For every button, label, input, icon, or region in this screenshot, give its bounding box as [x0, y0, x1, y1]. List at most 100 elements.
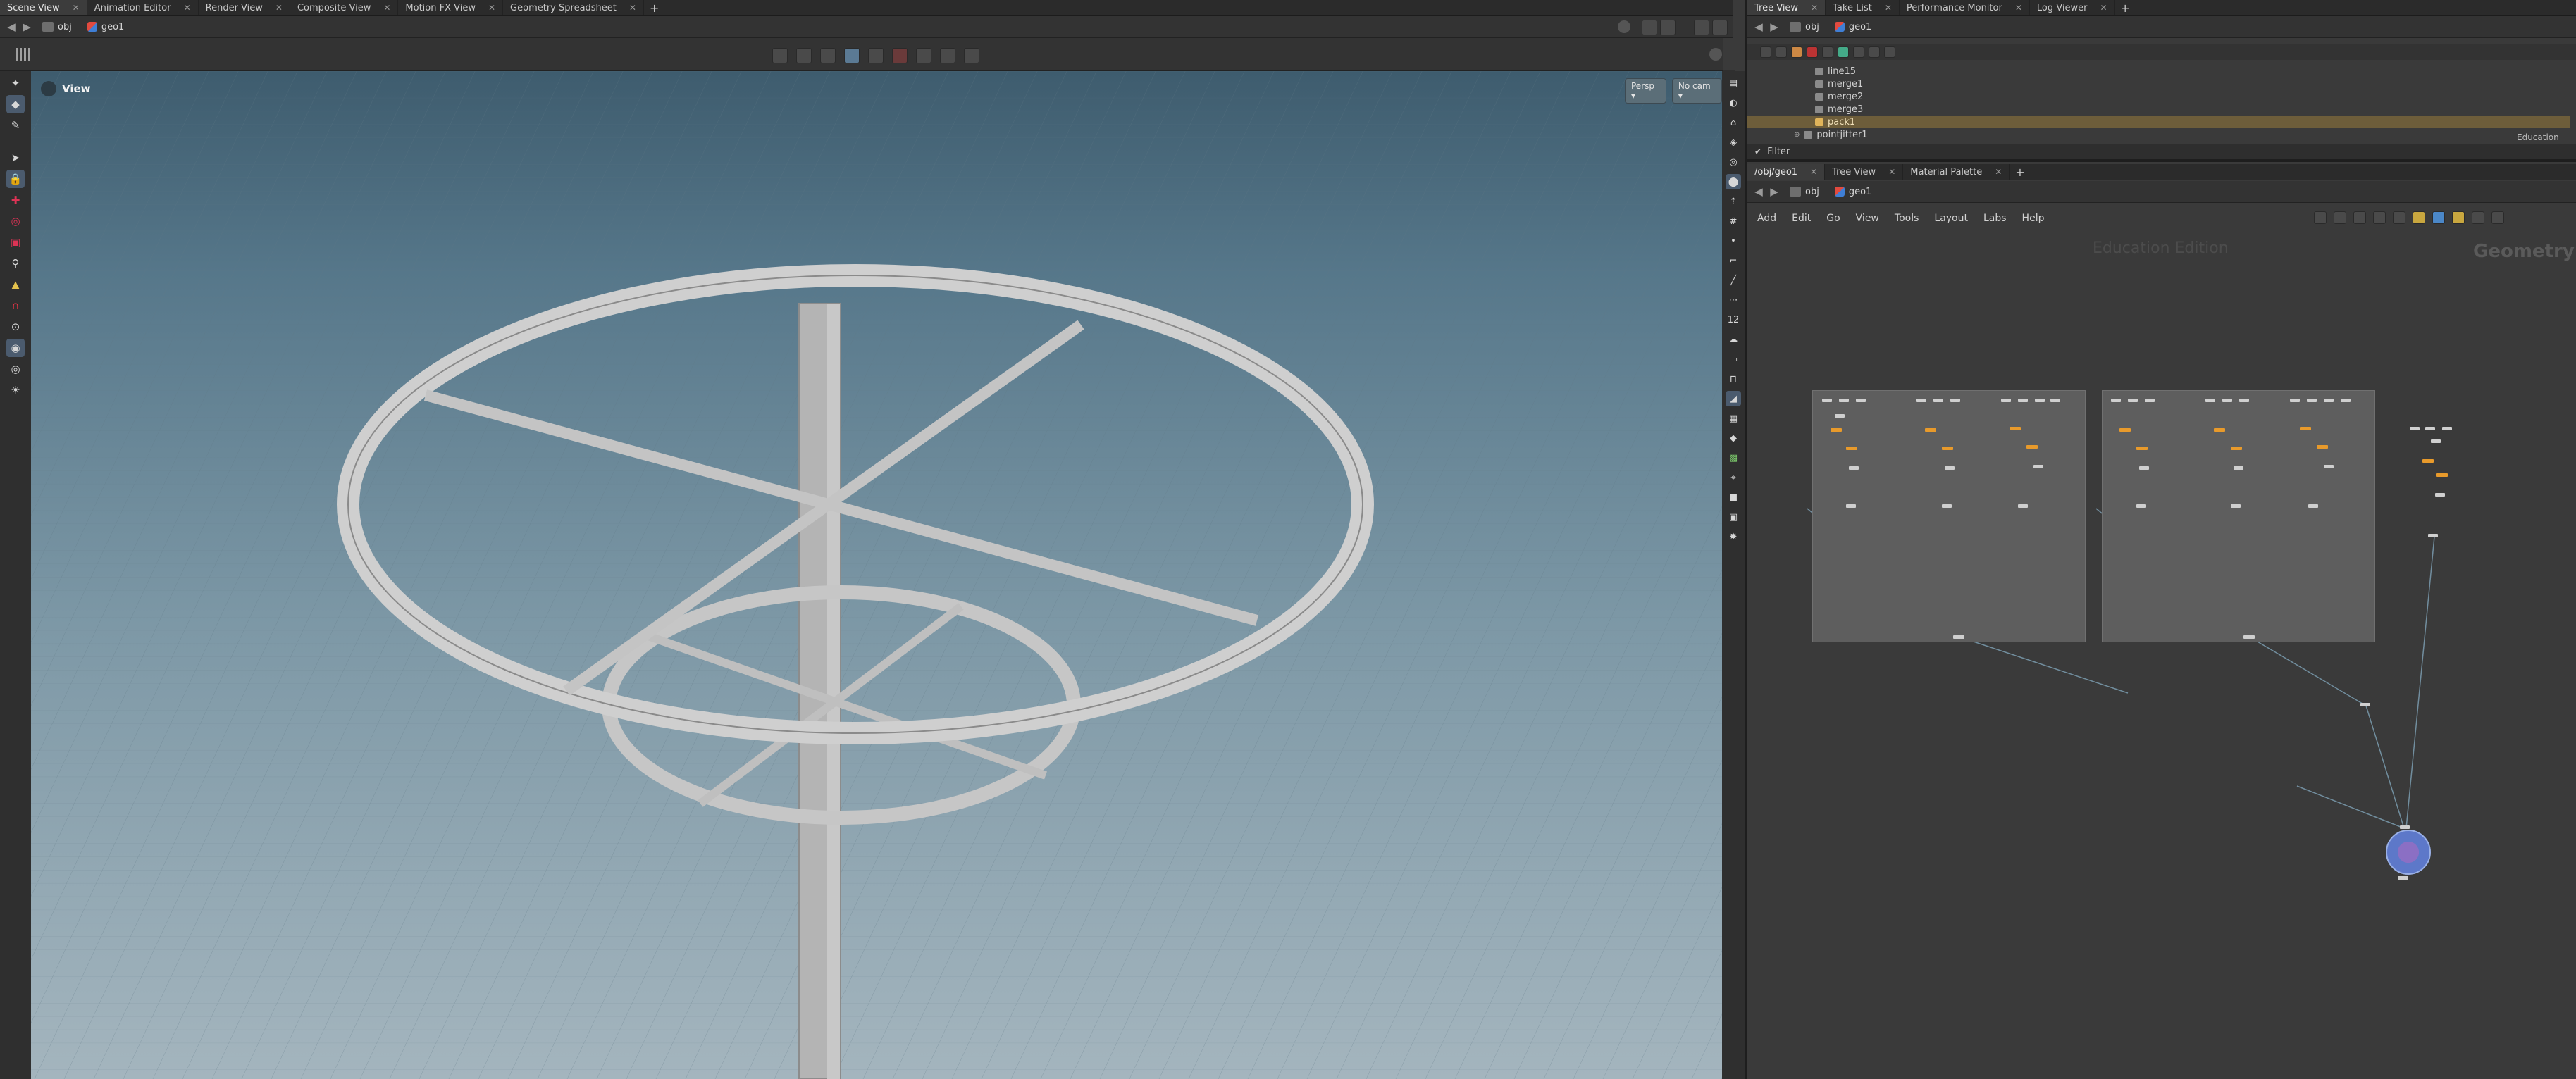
network-node[interactable]: [2231, 504, 2241, 508]
close-icon[interactable]: ✕: [1811, 3, 1818, 13]
dolly-icon[interactable]: [820, 48, 836, 63]
select-tool-icon[interactable]: ➤: [6, 149, 25, 167]
network-node[interactable]: [1942, 504, 1952, 508]
network-node[interactable]: [2341, 399, 2351, 402]
network-node[interactable]: [2239, 399, 2249, 402]
pan-icon[interactable]: [796, 48, 812, 63]
network-node[interactable]: [1916, 399, 1926, 402]
close-icon[interactable]: ✕: [1888, 167, 1895, 177]
menu-go[interactable]: Go: [1826, 213, 1840, 224]
close-icon[interactable]: ✕: [275, 3, 283, 13]
point-numbers-icon[interactable]: •: [1726, 233, 1741, 249]
network-node[interactable]: [2205, 399, 2215, 402]
menu-labs[interactable]: Labs: [1983, 213, 2007, 224]
menu-help[interactable]: Help: [2022, 213, 2045, 224]
menu-add[interactable]: Add: [1757, 213, 1776, 224]
edge-icon[interactable]: ╱: [1726, 273, 1741, 288]
breadcrumb-geo1[interactable]: geo1: [1829, 187, 1877, 197]
tree-expand-icon[interactable]: [1776, 46, 1787, 58]
add-tab-icon[interactable]: +: [2010, 164, 2030, 180]
breadcrumb-geo1[interactable]: geo1: [1829, 22, 1877, 32]
square-icon[interactable]: ■: [1726, 489, 1741, 505]
light-bulb-icon[interactable]: ✸: [1726, 529, 1741, 544]
network-node[interactable]: [2307, 399, 2317, 402]
breadcrumb-obj[interactable]: obj: [1784, 22, 1825, 32]
checker-icon[interactable]: ▦: [1726, 411, 1741, 426]
tree-flag-icon[interactable]: [1884, 46, 1895, 58]
numbered-icon[interactable]: 12: [1726, 312, 1741, 328]
uv-map-icon[interactable]: ▩: [1726, 450, 1741, 466]
network-node[interactable]: [2018, 399, 2028, 402]
network-node-merge[interactable]: [2231, 447, 2242, 450]
network-node[interactable]: [2324, 465, 2334, 468]
scene-tool-icon[interactable]: ✦: [6, 74, 25, 92]
tab-performance-monitor[interactable]: Performance Monitor ✕: [1900, 0, 2030, 15]
normals-icon[interactable]: ⇡: [1726, 194, 1741, 209]
network-node-merge[interactable]: [2119, 428, 2131, 432]
tab-geometry-spreadsheet[interactable]: Geometry Spreadsheet ✕: [503, 0, 644, 15]
menu-tools[interactable]: Tools: [1895, 213, 1919, 224]
view-layout-button[interactable]: [1660, 20, 1676, 35]
tab-material-palette[interactable]: Material Palette ✕: [1903, 164, 2010, 180]
pivot-icon[interactable]: ◈: [1726, 135, 1741, 150]
network-node[interactable]: [2360, 703, 2370, 706]
network-node-merge[interactable]: [2317, 445, 2328, 449]
lock-icon[interactable]: 🔒: [6, 170, 25, 188]
ghost-icon[interactable]: ◐: [1726, 95, 1741, 111]
network-node[interactable]: [2428, 534, 2438, 537]
measure-icon[interactable]: ⌖: [1726, 470, 1741, 485]
tumble-icon[interactable]: [772, 48, 788, 63]
network-node[interactable]: [2033, 465, 2043, 468]
primitive-numbers-icon[interactable]: #: [1726, 213, 1741, 229]
scene-viewport[interactable]: View Persp ▾ No cam ▾: [31, 71, 1722, 1079]
close-icon[interactable]: ✕: [184, 3, 191, 13]
shape-palette-icon[interactable]: [2432, 211, 2445, 224]
pose-tool-icon[interactable]: ⚲: [6, 254, 25, 273]
tab-tree-view[interactable]: Tree View ✕: [1825, 164, 1904, 180]
breadcrumb-obj[interactable]: obj: [1784, 187, 1825, 197]
network-node[interactable]: [2308, 504, 2318, 508]
point-display-icon[interactable]: ⬤: [1726, 174, 1741, 189]
snapshot-icon[interactable]: [964, 48, 979, 63]
camera-icon[interactable]: [41, 81, 56, 96]
tree-lock-icon[interactable]: [1869, 46, 1880, 58]
network-node-merge[interactable]: [1925, 428, 1936, 432]
view-tool-icon[interactable]: ◉: [6, 339, 25, 357]
magnet-icon[interactable]: ∩: [6, 297, 25, 315]
close-icon[interactable]: ✕: [488, 3, 495, 13]
network-node-merge[interactable]: [1846, 447, 1857, 450]
network-node[interactable]: [2410, 427, 2420, 430]
network-node[interactable]: [1849, 466, 1859, 470]
zoom-icon[interactable]: [2472, 211, 2484, 224]
network-node[interactable]: [2431, 439, 2441, 443]
tab-motion-fx-view[interactable]: Motion FX View ✕: [398, 0, 504, 15]
forward-arrow-icon[interactable]: ▶: [1769, 20, 1780, 33]
close-icon[interactable]: ✕: [1885, 3, 1892, 13]
tab-render-view[interactable]: Render View ✕: [199, 0, 290, 15]
tab-scene-view[interactable]: Scene View ✕: [0, 0, 87, 15]
wrench-icon[interactable]: [2314, 211, 2327, 224]
network-node[interactable]: [2139, 466, 2149, 470]
network-node[interactable]: [2400, 825, 2410, 829]
back-arrow-icon[interactable]: ◀: [1753, 20, 1764, 33]
network-node-merge[interactable]: [2010, 427, 2021, 430]
tree-row[interactable]: merge2: [1747, 90, 2570, 103]
tree-template-icon[interactable]: [1838, 46, 1849, 58]
network-node-merge[interactable]: [2214, 428, 2225, 432]
grid-view-icon[interactable]: [2373, 211, 2386, 224]
visibility-icon[interactable]: ◎: [1726, 154, 1741, 170]
breadcrumb-obj[interactable]: obj: [37, 22, 78, 32]
network-node[interactable]: [2324, 399, 2334, 402]
translate-tool-icon[interactable]: ✚: [6, 191, 25, 209]
close-icon[interactable]: ✕: [2100, 3, 2107, 13]
render-region-icon[interactable]: ◎: [6, 360, 25, 378]
network-node[interactable]: [1822, 399, 1832, 402]
menu-layout[interactable]: Layout: [1934, 213, 1968, 224]
network-node[interactable]: [2435, 493, 2445, 497]
scene-mode-icon[interactable]: ✎: [6, 116, 25, 135]
breadcrumb-geo1[interactable]: geo1: [82, 22, 130, 32]
tree-filter-icon[interactable]: [1760, 46, 1771, 58]
sticky-note-icon[interactable]: [2334, 211, 2346, 224]
tree-row[interactable]: merge3: [1747, 103, 2570, 116]
network-node[interactable]: [2001, 399, 2011, 402]
